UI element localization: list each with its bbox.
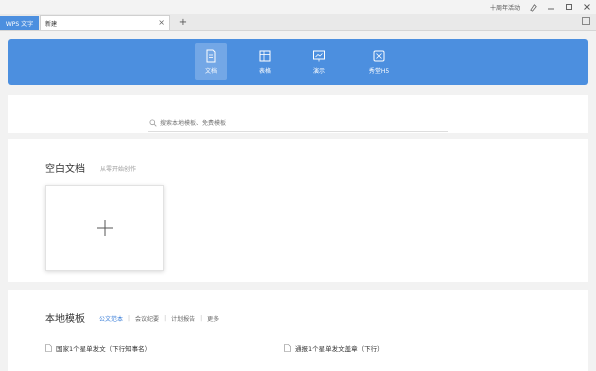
anniversary-link[interactable]: 十周年活动 (490, 3, 520, 12)
maximize-icon[interactable] (560, 0, 578, 14)
tab-separator: | (164, 315, 167, 322)
h5-icon (373, 50, 385, 61)
template-tab-plan[interactable]: 计划报告 (171, 314, 195, 323)
nav-label-spreadsheet: 表格 (258, 67, 271, 75)
template-file-item[interactable]: 国家1个星单发文（下行知事名） (45, 343, 151, 353)
template-tab-minutes[interactable]: 会议纪要 (135, 314, 159, 323)
nav-label-h5: 秀堂H5 (368, 67, 390, 75)
document-icon (206, 49, 216, 62)
category-banner: 文档 表格 演示 秀堂H5 (8, 39, 588, 85)
window-controls: 十周年活动 (490, 0, 596, 14)
add-tab-button[interactable]: + (176, 14, 190, 30)
tab-separator: | (128, 315, 131, 322)
template-file-name: 国家1个星单发文（下行知事名） (56, 345, 152, 353)
search-input[interactable] (160, 118, 440, 128)
file-icon (284, 344, 291, 352)
local-section-title: 本地模板 (45, 314, 85, 325)
nav-item-document[interactable]: 文档 (195, 43, 227, 80)
tab-close-icon[interactable]: × (158, 18, 165, 27)
blank-section-title: 空白文档 (45, 164, 85, 175)
spreadsheet-icon (259, 50, 271, 61)
template-tab-official[interactable]: 公文范本 (99, 314, 123, 323)
close-icon[interactable] (578, 0, 596, 14)
local-template-section: 本地模板 公文范本 | 会议纪要 | 计划报告 | 更多 国家1个星单发文（下行… (8, 290, 588, 371)
search-panel (8, 95, 588, 133)
new-blank-document-card[interactable] (45, 185, 164, 271)
title-bar: 十周年活动 (0, 0, 596, 14)
template-file-name: 通报1个星单发文盖章（下行） (295, 345, 384, 353)
tab-separator: | (200, 315, 203, 322)
template-tab-more[interactable]: 更多 (207, 314, 219, 323)
minimize-icon[interactable] (542, 0, 560, 14)
presentation-icon (313, 50, 325, 61)
blank-document-section: 空白文档 从零开始创作 (8, 139, 588, 282)
nav-item-spreadsheet[interactable]: 表格 (249, 43, 281, 80)
template-category-tabs: 公文范本 | 会议纪要 | 计划报告 | 更多 (99, 314, 219, 323)
search-underline (148, 131, 448, 132)
sidebar-toggle-icon[interactable] (582, 17, 590, 25)
tab-wps-writer[interactable]: WPS 文字 (0, 16, 39, 30)
search-icon (149, 119, 157, 127)
template-file-item[interactable]: 通报1个星单发文盖章（下行） (284, 343, 384, 353)
blank-section-subtitle: 从零开始创作 (100, 166, 137, 173)
tab-new[interactable]: 新建 × (40, 15, 170, 30)
file-icon (45, 344, 52, 352)
nav-item-h5[interactable]: 秀堂H5 (363, 43, 395, 80)
skin-icon[interactable] (524, 0, 542, 14)
tab-new-label: 新建 (45, 20, 58, 28)
nav-item-presentation[interactable]: 演示 (303, 43, 335, 80)
nav-label-document: 文档 (204, 67, 217, 75)
tab-bar: WPS 文字 新建 × + (0, 14, 596, 31)
nav-label-presentation: 演示 (312, 67, 325, 75)
plus-icon (96, 220, 113, 236)
